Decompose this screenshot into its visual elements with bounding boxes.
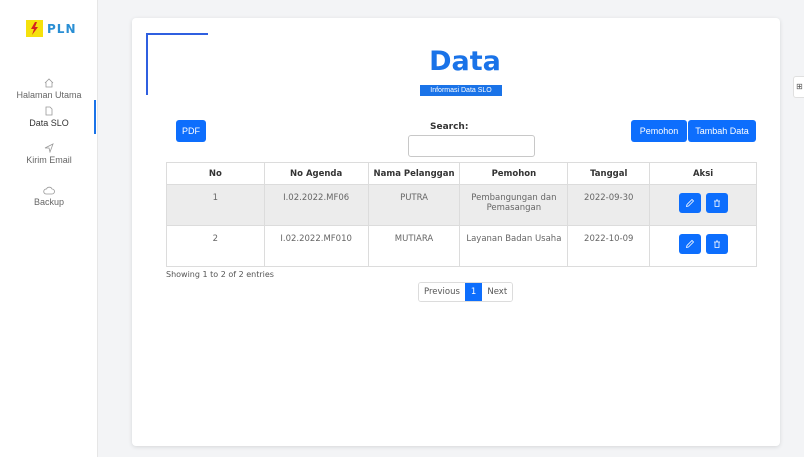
sidebar-item-halaman-utama[interactable]: Halaman Utama [0, 78, 98, 100]
pdf-button[interactable]: PDF [176, 120, 206, 142]
cell-agenda: I.02.2022.MF06 [263, 184, 369, 226]
edge-toggle-icon[interactable]: ⊞ [793, 76, 804, 98]
sidebar-item-label: Kirim Email [26, 155, 72, 165]
home-icon [44, 78, 54, 88]
cell-pelanggan: MUTIARA [367, 225, 461, 267]
sidebar-item-backup[interactable]: Backup [0, 186, 98, 207]
cell-pemohon: Layanan Badan Usaha [459, 225, 569, 267]
document-icon [45, 106, 53, 116]
pln-logo-icon [26, 20, 43, 37]
delete-button[interactable] [705, 193, 728, 213]
corner-accent [146, 33, 208, 35]
tambah-data-button[interactable]: Tambah Data [688, 120, 756, 142]
search-input[interactable] [408, 135, 535, 157]
column-header: Aksi [649, 162, 757, 185]
trash-icon [713, 199, 720, 207]
cell-tanggal: 2022-10-09 [567, 225, 651, 267]
table-row: 2 I.02.2022.MF010 MUTIARA Layanan Badan … [166, 225, 757, 267]
table-row: 1 I.02.2022.MF06 PUTRA Pembangungan dan … [166, 184, 757, 226]
sidebar-item-label: Data SLO [29, 118, 69, 128]
column-header[interactable]: No Agenda [263, 162, 369, 185]
brand-name: PLN [47, 21, 77, 36]
cell-aksi [649, 225, 757, 267]
sidebar-item-label: Halaman Utama [16, 90, 82, 100]
data-table: No No Agenda Nama Pelanggan Pemohon Tang… [166, 162, 757, 267]
edit-button[interactable] [678, 193, 701, 213]
next-button[interactable]: Next [482, 283, 513, 301]
search-label: Search: [430, 122, 469, 132]
column-header[interactable]: Pemohon [459, 162, 569, 185]
cloud-icon [43, 186, 55, 195]
pencil-icon [685, 198, 694, 208]
table-header-row: No No Agenda Nama Pelanggan Pemohon Tang… [166, 162, 757, 185]
cell-aksi [649, 184, 757, 226]
page-subtitle: Informasi Data SLO [420, 85, 502, 96]
pln-logo[interactable]: PLN [26, 20, 76, 37]
pencil-icon [685, 239, 694, 249]
cell-tanggal: 2022-09-30 [567, 184, 651, 226]
cell-pelanggan: PUTRA [367, 184, 461, 226]
sidebar-item-kirim-email[interactable]: Kirim Email [0, 143, 98, 165]
cell-no: 1 [166, 184, 265, 226]
cell-agenda: I.02.2022.MF010 [263, 225, 369, 267]
previous-button[interactable]: Previous [419, 283, 465, 301]
send-icon [44, 143, 54, 153]
entries-info: Showing 1 to 2 of 2 entries [166, 270, 274, 279]
edit-button[interactable] [678, 234, 701, 254]
column-header[interactable]: No [166, 162, 265, 185]
column-header[interactable]: Nama Pelanggan [367, 162, 461, 185]
pagination: Previous 1 Next [418, 282, 514, 302]
cell-no: 2 [166, 225, 265, 267]
page-1-button[interactable]: 1 [464, 283, 483, 301]
column-header[interactable]: Tanggal [567, 162, 651, 185]
page-title: Data [429, 46, 501, 77]
trash-icon [713, 240, 720, 248]
delete-button[interactable] [705, 234, 728, 254]
sidebar-item-label: Backup [33, 197, 65, 207]
sidebar-item-data-slo[interactable]: Data SLO [0, 100, 98, 134]
pemohon-button[interactable]: Pemohon [631, 120, 687, 142]
cell-pemohon: Pembangungan dan Pemasangan [459, 184, 569, 226]
